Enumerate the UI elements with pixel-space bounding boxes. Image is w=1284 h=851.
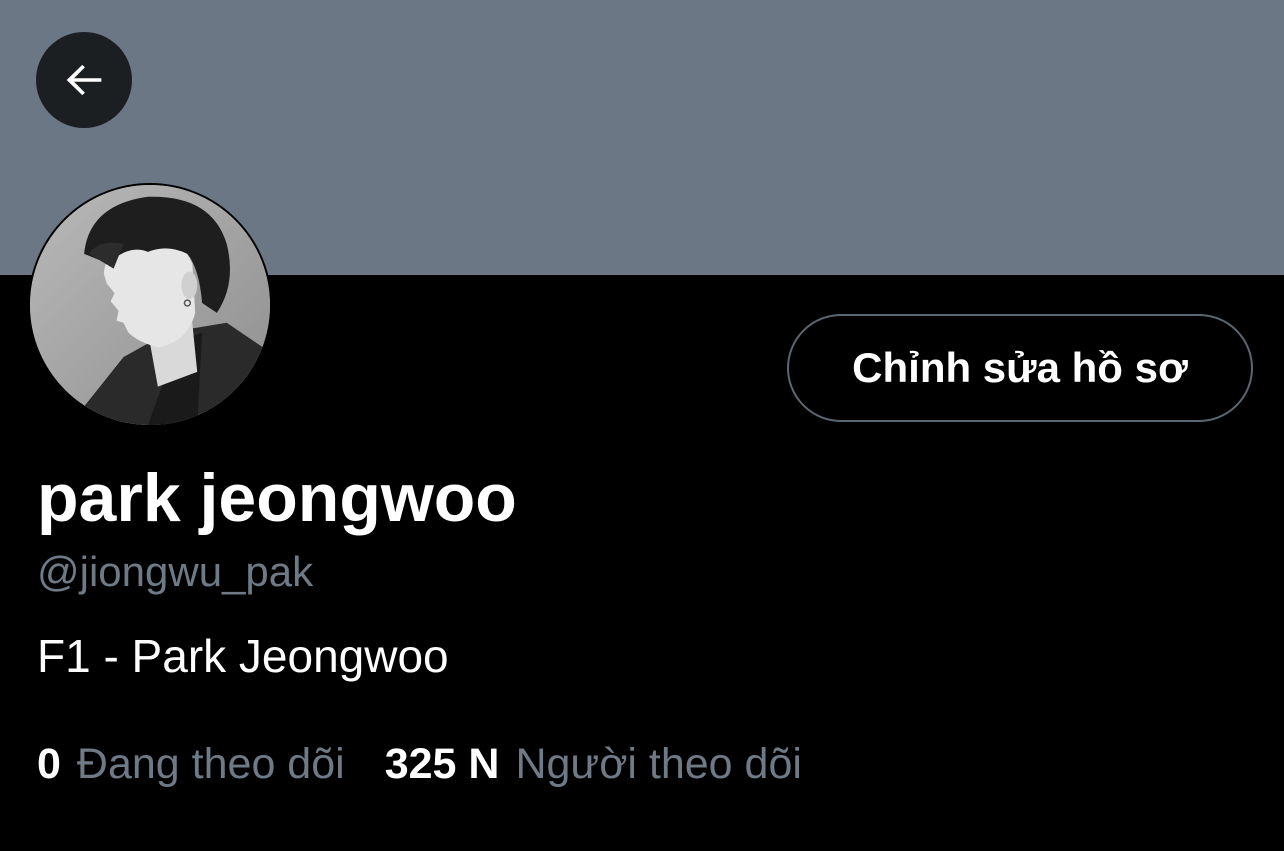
back-button[interactable] (36, 32, 132, 128)
followers-link[interactable]: 325 N Người theo dõi (385, 736, 802, 792)
followers-label: Người theo dõi (515, 740, 802, 788)
username-handle: @jiongwu_pak (37, 548, 314, 595)
avatar-photo (30, 185, 270, 425)
followers-count: 325 N (384, 740, 500, 788)
following-label: Đang theo dõi (76, 740, 345, 788)
edit-profile-button[interactable]: Chỉnh sửa hồ sơ (787, 314, 1253, 422)
display-name: park jeongwoo (37, 460, 517, 536)
arrow-left-icon (66, 64, 102, 96)
edit-profile-label: Chỉnh sửa hồ sơ (852, 344, 1188, 391)
following-count: 0 (37, 740, 61, 788)
profile-bio: F1 - Park Jeongwoo (37, 630, 449, 682)
avatar[interactable] (28, 183, 272, 427)
following-link[interactable]: 0 Đang theo dõi (37, 736, 345, 792)
profile-screen: Chỉnh sửa hồ sơ park jeongwoo @jiongwu_p… (0, 0, 1284, 851)
follow-stats: 0 Đang theo dõi 325 N Người theo dõi (37, 736, 802, 792)
